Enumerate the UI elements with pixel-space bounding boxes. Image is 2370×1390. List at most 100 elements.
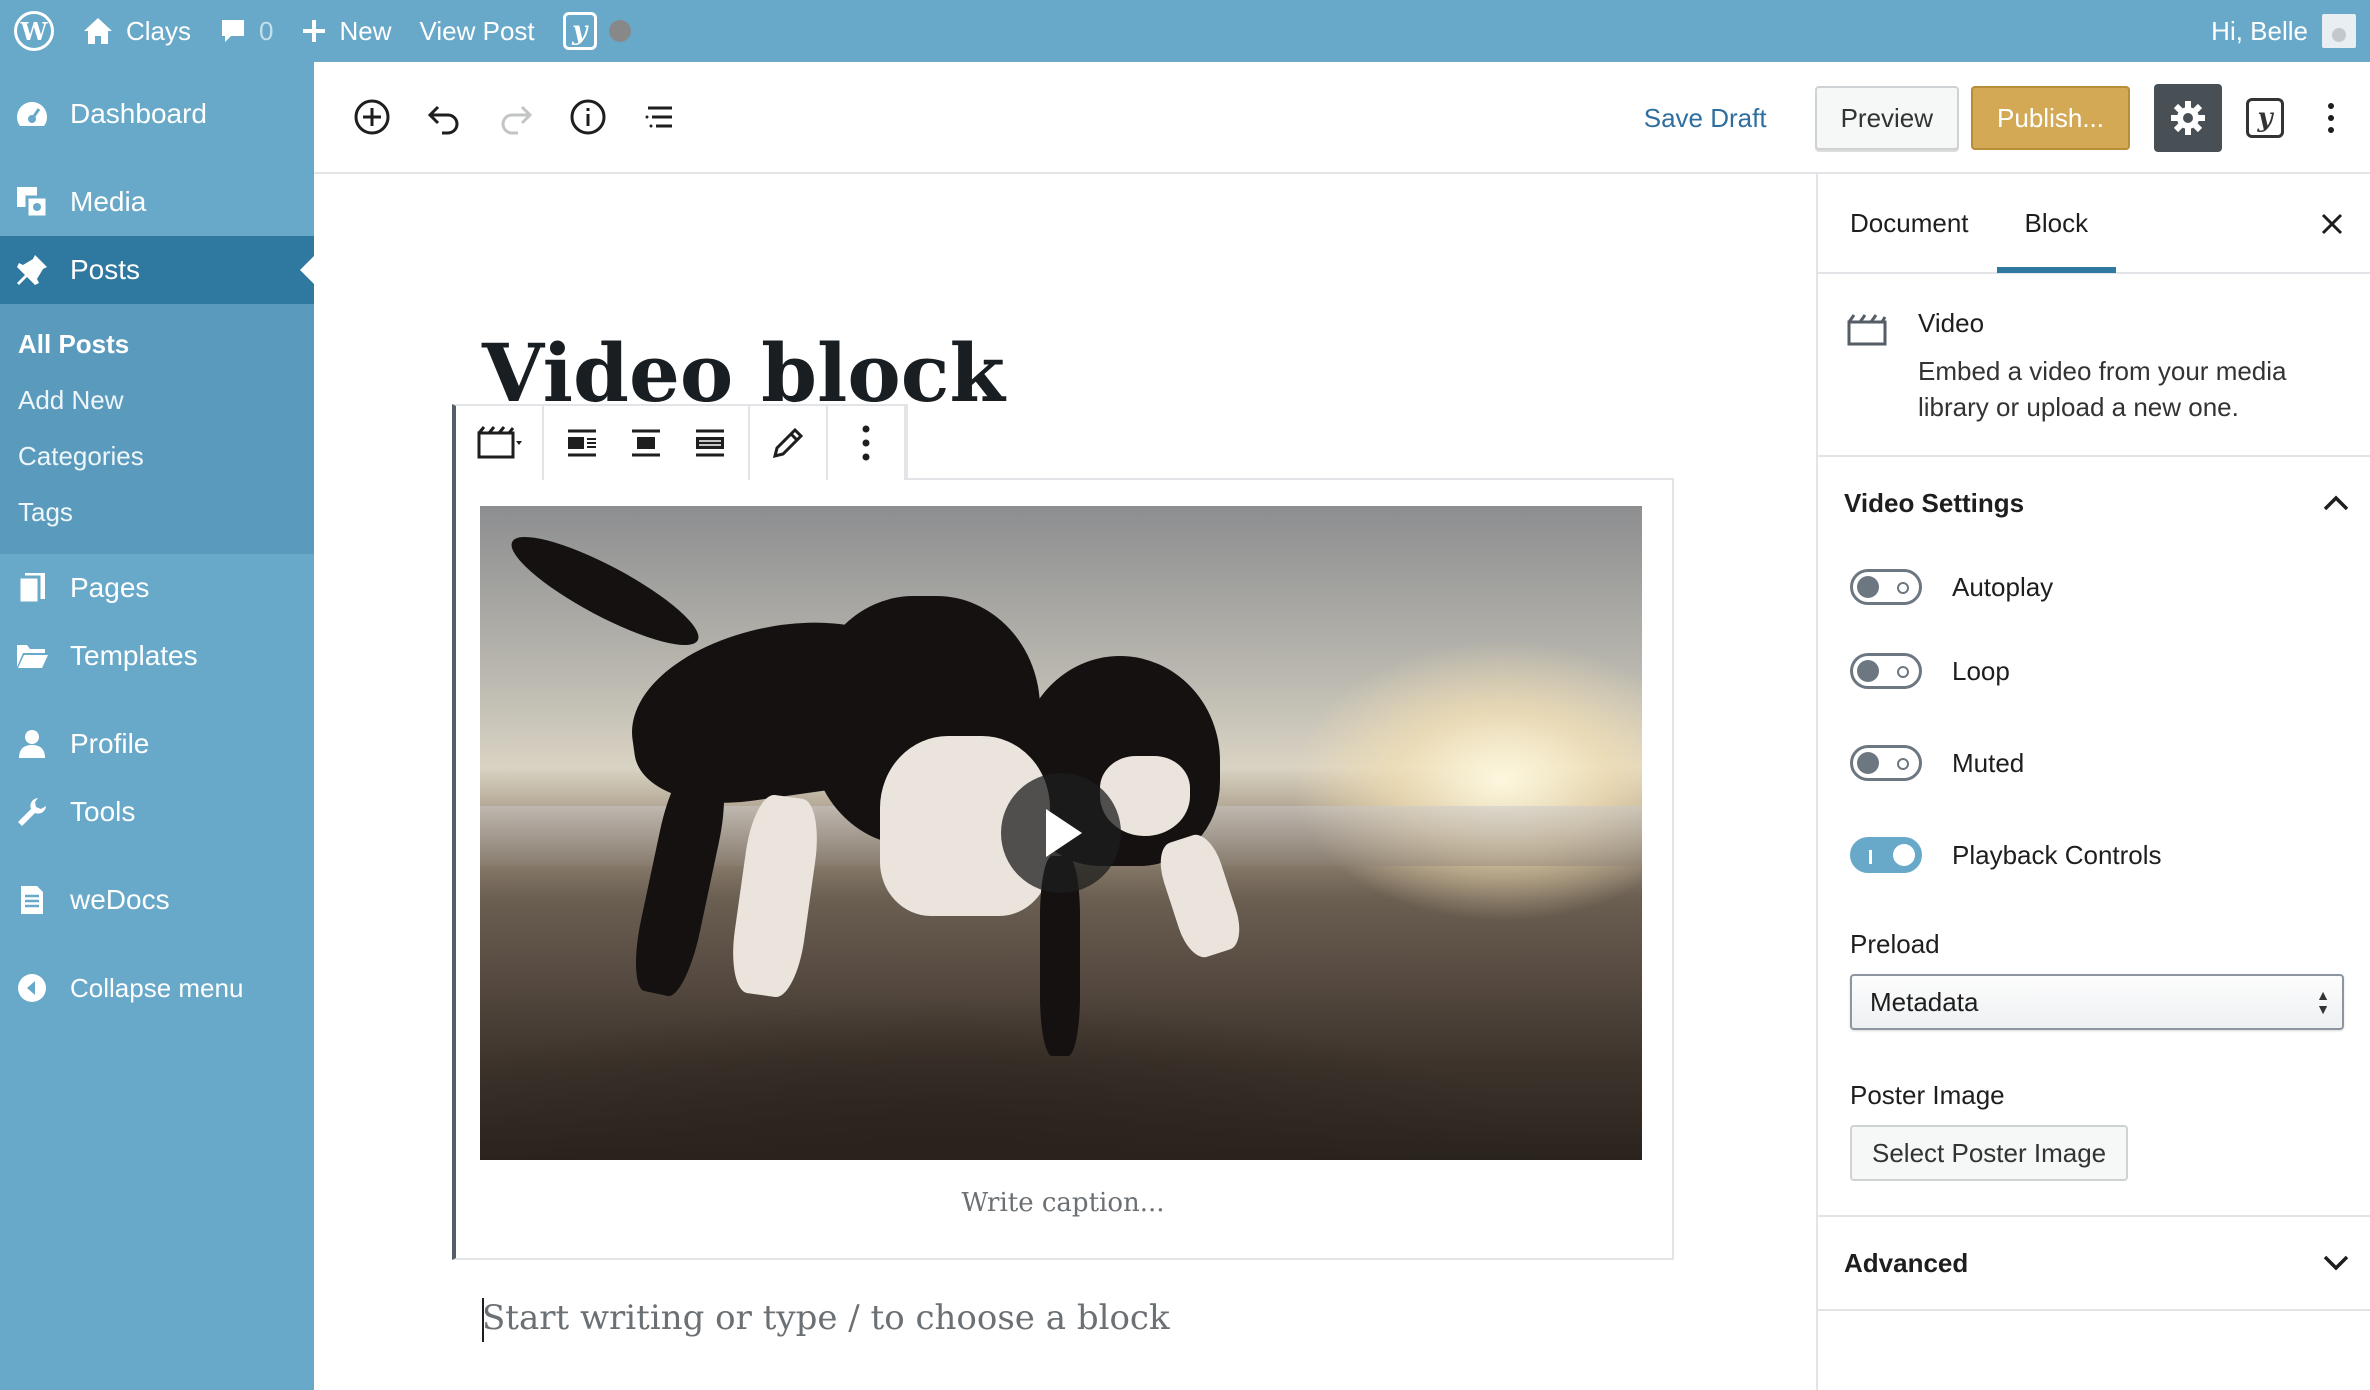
- undo-button[interactable]: [420, 93, 468, 141]
- sidebar-item-label: Templates: [70, 640, 198, 671]
- submenu-categories[interactable]: Categories: [0, 428, 314, 484]
- save-draft-button[interactable]: Save Draft: [1644, 103, 1767, 134]
- plus-circle-icon: [354, 99, 390, 135]
- sidebar-item-label: Dashboard: [70, 98, 207, 129]
- block-more-button[interactable]: [838, 415, 894, 471]
- sidebar-item-profile[interactable]: Profile: [0, 710, 314, 778]
- posts-submenu: All Posts Add New Categories Tags: [0, 304, 314, 554]
- pin-icon: [14, 252, 50, 288]
- autoplay-row: Autoplay: [1818, 549, 2370, 625]
- preview-button[interactable]: Preview: [1814, 86, 1960, 150]
- poster-image-label: Poster Image: [1850, 1080, 2005, 1110]
- align-wide-button[interactable]: [682, 415, 738, 471]
- yoast-icon: y: [562, 12, 597, 50]
- loop-row: Loop: [1818, 625, 2370, 717]
- outline-button[interactable]: [636, 93, 684, 141]
- sidebar-item-posts[interactable]: Posts: [0, 236, 314, 304]
- sidebar-item-label: Media: [70, 186, 147, 217]
- block-type-button[interactable]: [466, 415, 532, 471]
- publish-button[interactable]: Publish...: [1971, 86, 2130, 150]
- panel-title: Advanced: [1844, 1247, 1969, 1278]
- wordpress-logo-button[interactable]: W: [0, 0, 68, 62]
- align-left-button[interactable]: [554, 415, 610, 471]
- collapse-menu-button[interactable]: Collapse menu: [0, 954, 314, 1022]
- list-outline-icon: [645, 106, 672, 128]
- toggle-label: Autoplay: [1952, 571, 2054, 602]
- account-menu[interactable]: Hi, Belle: [2211, 0, 2356, 62]
- block-toolbar: [452, 404, 908, 480]
- muted-row: Muted: [1818, 717, 2370, 809]
- align-wide-icon: [696, 429, 724, 457]
- video-player[interactable]: [480, 506, 1642, 1160]
- video-clapper-icon: [1847, 314, 1887, 346]
- seo-score-dot: [608, 20, 631, 42]
- comments-link[interactable]: 0: [205, 0, 287, 62]
- doc-icon: [14, 882, 50, 918]
- video-settings-toggle[interactable]: Video Settings: [1818, 457, 2370, 549]
- settings-toggle-button[interactable]: [2154, 84, 2222, 152]
- sidebar-item-label: Collapse menu: [70, 972, 244, 1003]
- pages-icon: [14, 570, 50, 606]
- alignment-group: [544, 406, 750, 480]
- redo-button[interactable]: [492, 93, 540, 141]
- edit-video-button[interactable]: [760, 415, 816, 471]
- sidebar-item-wedocs[interactable]: weDocs: [0, 866, 314, 934]
- chevron-down-icon: [2323, 1255, 2349, 1271]
- redo-icon: [501, 105, 533, 135]
- sidebar-item-dashboard[interactable]: Dashboard: [0, 80, 314, 148]
- close-settings-button[interactable]: [2314, 206, 2350, 242]
- select-poster-image-button[interactable]: Select Poster Image: [1850, 1125, 2129, 1181]
- close-icon: [2321, 213, 2343, 235]
- view-post-link[interactable]: View Post: [406, 0, 549, 62]
- autoplay-toggle[interactable]: [1850, 569, 1922, 605]
- yoast-sidebar-button[interactable]: y: [2242, 95, 2288, 141]
- panel-title: Video Settings: [1844, 487, 2025, 518]
- yoast-menu[interactable]: y: [549, 0, 645, 62]
- more-options-button[interactable]: [2316, 94, 2346, 142]
- toggle-label: Muted: [1952, 747, 2025, 778]
- caption-input[interactable]: Write caption...: [452, 1188, 1674, 1218]
- default-block-appender[interactable]: Start writing or type / to choose a bloc…: [482, 1298, 1170, 1338]
- gear-icon: [2171, 101, 2205, 135]
- info-button[interactable]: [564, 93, 612, 141]
- sidebar-item-label: Tools: [70, 796, 136, 827]
- toggle-label: Loop: [1952, 655, 2010, 686]
- preload-select[interactable]: Metadata ▲ ▼: [1850, 974, 2344, 1030]
- advanced-toggle[interactable]: Advanced: [1818, 1217, 2370, 1309]
- play-button[interactable]: [1001, 773, 1121, 893]
- align-center-button[interactable]: [618, 415, 674, 471]
- submenu-add-new[interactable]: Add New: [0, 372, 314, 428]
- sidebar-item-templates[interactable]: Templates: [0, 622, 314, 690]
- more-vertical-icon: [862, 425, 870, 461]
- sidebar-item-tools[interactable]: Tools: [0, 778, 314, 846]
- tab-block[interactable]: Block: [1996, 173, 2117, 273]
- plus-icon: [303, 20, 326, 42]
- submenu-tags[interactable]: Tags: [0, 484, 314, 540]
- sidebar-item-pages[interactable]: Pages: [0, 554, 314, 622]
- playback-controls-row: Playback Controls: [1818, 809, 2370, 901]
- submenu-all-posts[interactable]: All Posts: [0, 316, 314, 372]
- editor-header: Save Draft Preview Publish... y: [314, 62, 2370, 174]
- media-icon: [14, 184, 50, 220]
- avatar: [2322, 14, 2356, 48]
- wordpress-icon: W: [14, 11, 54, 51]
- sidebar-item-label: Profile: [70, 728, 150, 759]
- loop-toggle[interactable]: [1850, 653, 1922, 689]
- greeting: Hi, Belle: [2211, 15, 2308, 46]
- yoast-icon: y: [2246, 98, 2284, 138]
- view-post-label: View Post: [419, 15, 535, 46]
- new-content-link[interactable]: New: [287, 0, 405, 62]
- site-name-link[interactable]: Clays: [68, 0, 205, 62]
- toggle-label: Playback Controls: [1952, 839, 2162, 870]
- block-switcher[interactable]: [456, 406, 544, 480]
- align-center-icon: [632, 429, 660, 457]
- tab-document[interactable]: Document: [1818, 173, 1997, 273]
- block-card-title: Video: [1918, 308, 1985, 338]
- site-name: Clays: [126, 15, 192, 46]
- home-icon: [84, 18, 112, 44]
- add-block-button[interactable]: [348, 93, 396, 141]
- comment-icon: [222, 20, 245, 42]
- playback-controls-toggle[interactable]: [1850, 837, 1922, 873]
- sidebar-item-media[interactable]: Media: [0, 168, 314, 236]
- muted-toggle[interactable]: [1850, 745, 1922, 781]
